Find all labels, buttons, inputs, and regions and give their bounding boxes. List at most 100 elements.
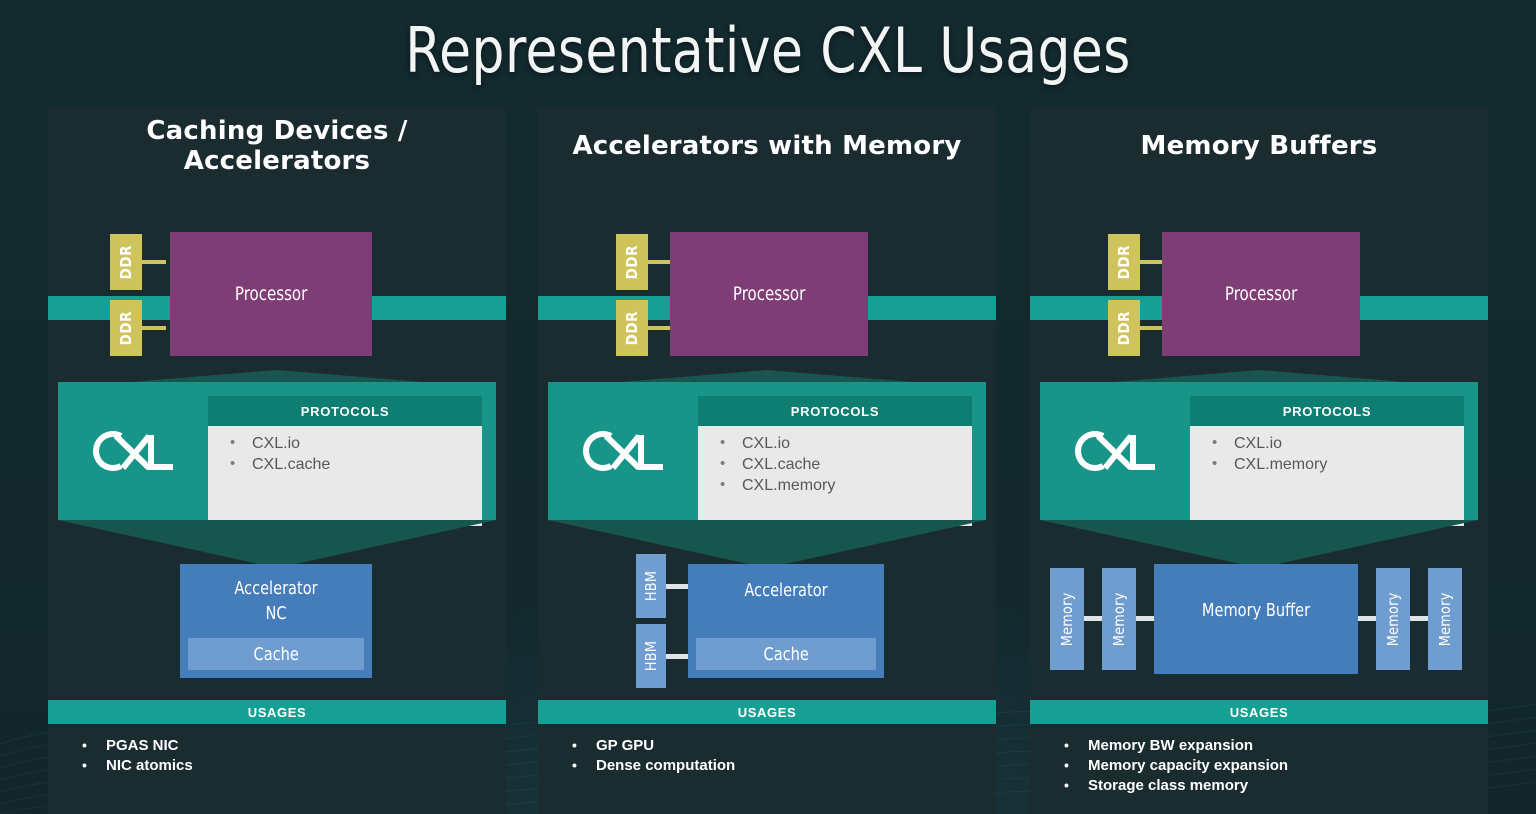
processor-label: Processor	[234, 283, 308, 305]
protocol-item: CXL.cache	[698, 453, 972, 475]
memory-label: Memory	[1058, 592, 1076, 646]
processor-row: DDR DDR Processor	[48, 224, 506, 368]
usage-item: Memory capacity expansion	[1030, 755, 1488, 776]
protocol-item: CXL.io	[698, 432, 972, 454]
device-row: Memory Memory Memory Buffer Memory Memor…	[1030, 560, 1488, 684]
protocol-item: CXL.memory	[1190, 453, 1464, 475]
hbm-label: HBM	[642, 570, 660, 602]
protocol-item: CXL.memory	[698, 474, 972, 496]
cache-box: Cache	[696, 638, 876, 670]
cache-label: Cache	[253, 643, 299, 665]
processor-label: Processor	[1224, 283, 1298, 305]
ddr-module: DDR	[1108, 300, 1140, 356]
cxl-block: PROTOCOLS CXL.io CXL.cache CXL.memory	[538, 370, 996, 568]
cxl-body: PROTOCOLS CXL.io CXL.cache CXL.memory	[548, 382, 986, 526]
memory-wire	[1410, 616, 1428, 621]
ddr-label: DDR	[623, 310, 641, 346]
ddr-module: DDR	[110, 234, 142, 290]
memory-wire	[1136, 616, 1154, 621]
cxl-chevron-bottom	[58, 520, 496, 568]
protocol-item: CXL.io	[1190, 432, 1464, 454]
accelerator-title-line: Accelerator	[234, 578, 318, 599]
protocols-list: CXL.io CXL.memory	[1190, 432, 1464, 475]
usage-item: PGAS NIC	[48, 735, 506, 756]
memory-module: Memory	[1050, 568, 1084, 670]
protocols-body: CXL.io CXL.memory	[1190, 426, 1464, 526]
ddr-wire	[648, 326, 672, 330]
cxl-logo-icon	[1040, 382, 1186, 520]
accelerator-title-line: Accelerator	[744, 580, 828, 601]
usages-list-wrap: Memory BW expansion Memory capacity expa…	[1030, 724, 1488, 796]
protocols-header: PROTOCOLS	[208, 396, 482, 426]
cxl-body: PROTOCOLS CXL.io CXL.memory	[1040, 382, 1478, 526]
usage-item: Dense computation	[538, 755, 996, 776]
processor-box: Processor	[670, 232, 868, 356]
ddr-wire	[648, 260, 672, 264]
protocol-item: CXL.cache	[208, 453, 482, 475]
panel-title: Memory Buffers	[1140, 131, 1378, 161]
usage-item: Storage class memory	[1030, 775, 1488, 796]
panel-type-3: Memory Buffers TYPE 3 DDR DDR Processor	[1030, 108, 1488, 814]
processor-box: Processor	[170, 232, 372, 356]
accelerator-title: Accelerator NC	[180, 576, 372, 626]
cxl-logo-icon	[548, 382, 694, 520]
usage-item: Memory BW expansion	[1030, 735, 1488, 756]
memory-buffer-title: Memory Buffer	[1154, 598, 1358, 623]
memory-module: Memory	[1428, 568, 1462, 670]
protocols-list: CXL.io CXL.cache	[208, 432, 482, 475]
protocols-header: PROTOCOLS	[1190, 396, 1464, 426]
ddr-wire	[1140, 326, 1164, 330]
cache-box: Cache	[188, 638, 364, 670]
usages-list: GP GPU Dense computation	[538, 735, 996, 776]
usage-item: GP GPU	[538, 735, 996, 756]
accelerator-box: Accelerator NC Cache	[180, 564, 372, 678]
ddr-label: DDR	[117, 310, 135, 346]
hbm-wire	[666, 654, 688, 659]
processor-row: DDR DDR Processor	[538, 224, 996, 368]
device-row: HBM HBM Accelerator Cache	[538, 548, 996, 696]
usages-list-wrap: PGAS NIC NIC atomics	[48, 724, 506, 776]
ddr-wire	[142, 260, 166, 264]
usages-list-wrap: GP GPU Dense computation	[538, 724, 996, 776]
protocols-header: PROTOCOLS	[698, 396, 972, 426]
protocols-panel: PROTOCOLS CXL.io CXL.cache CXL.memory	[698, 396, 972, 526]
ddr-label: DDR	[117, 244, 135, 280]
usages-list: PGAS NIC NIC atomics	[48, 735, 506, 776]
protocols-body: CXL.io CXL.cache CXL.memory	[698, 426, 972, 526]
memory-label: Memory	[1436, 592, 1454, 646]
cxl-block: PROTOCOLS CXL.io CXL.cache	[48, 370, 506, 568]
memory-buffer-box: Memory Buffer	[1154, 564, 1358, 674]
device-row: Accelerator NC Cache	[48, 564, 506, 688]
protocols-panel: PROTOCOLS CXL.io CXL.cache	[208, 396, 482, 526]
processor-row: DDR DDR Processor	[1030, 224, 1488, 368]
cxl-block: PROTOCOLS CXL.io CXL.memory	[1030, 370, 1488, 568]
hbm-wire	[666, 584, 688, 589]
accelerator-title-line: NC	[265, 603, 287, 624]
protocols-list: CXL.io CXL.cache CXL.memory	[698, 432, 972, 496]
protocols-panel: PROTOCOLS CXL.io CXL.memory	[1190, 396, 1464, 526]
memory-module: Memory	[1102, 568, 1136, 670]
ddr-module: DDR	[616, 234, 648, 290]
accelerator-title: Accelerator	[688, 578, 884, 603]
ddr-wire	[142, 326, 166, 330]
memory-wire	[1084, 616, 1102, 621]
hbm-label: HBM	[642, 640, 660, 672]
usages-band: USAGES	[1030, 700, 1488, 724]
ddr-label: DDR	[623, 244, 641, 280]
ddr-module: DDR	[110, 300, 142, 356]
memory-module: Memory	[1376, 568, 1410, 670]
ddr-wire	[1140, 260, 1164, 264]
ddr-module: DDR	[616, 300, 648, 356]
page-title: Representative CXL Usages	[405, 14, 1131, 87]
processor-box: Processor	[1162, 232, 1360, 356]
ddr-label: DDR	[1115, 310, 1133, 346]
panel-type-2: Accelerators with Memory TYPE 2 DDR DDR …	[538, 108, 996, 814]
cxl-body: PROTOCOLS CXL.io CXL.cache	[58, 382, 496, 526]
cache-label: Cache	[763, 643, 809, 665]
protocol-item: CXL.io	[208, 432, 482, 454]
memory-wire	[1358, 616, 1376, 621]
processor-label: Processor	[732, 283, 806, 305]
panel-title: Caching Devices / Accelerators	[146, 116, 408, 176]
memory-buffer-title-line: Memory Buffer	[1201, 600, 1311, 621]
memory-label: Memory	[1384, 592, 1402, 646]
